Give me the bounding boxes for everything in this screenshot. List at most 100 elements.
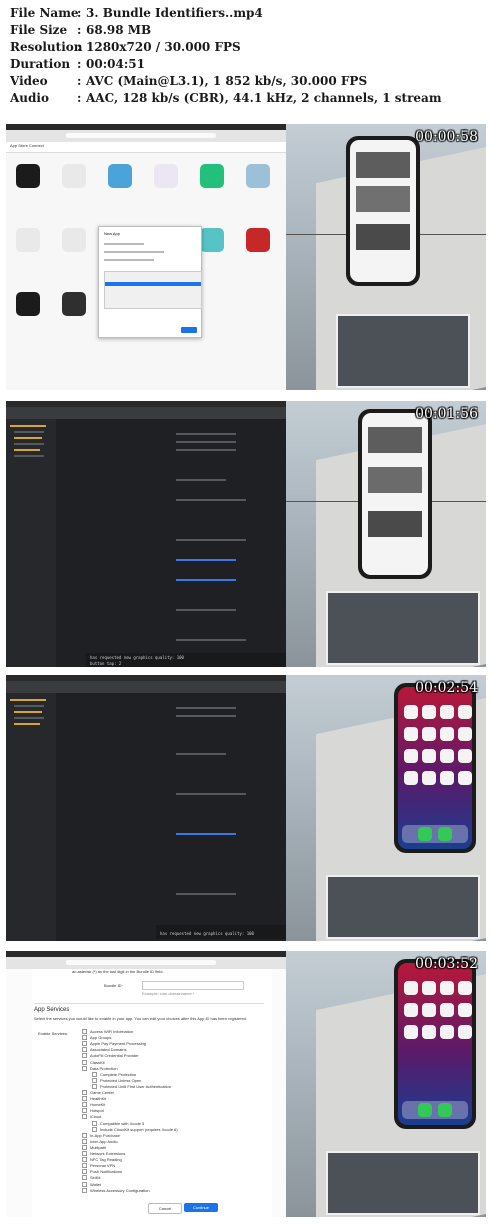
ios-app-icon[interactable] [458,1025,472,1039]
service-checkbox[interactable] [82,1157,87,1163]
ios-app-icon[interactable] [440,1003,454,1017]
service-checkbox[interactable] [82,1102,87,1108]
nav-item[interactable] [10,425,46,427]
service-checkbox[interactable] [92,1126,97,1132]
ios-app-icon[interactable] [422,771,436,785]
setting-row[interactable] [176,559,236,561]
app-icon[interactable] [16,292,40,316]
dialog-field[interactable] [104,251,164,253]
ios-app-icon[interactable] [422,727,436,741]
nav-item[interactable] [14,455,44,457]
app-icon[interactable] [200,164,224,188]
ios-app-icon[interactable] [404,705,418,719]
nav-item[interactable] [14,717,44,719]
phone-icon[interactable] [418,1103,432,1117]
ios-app-icon[interactable] [422,1025,436,1039]
setting-row[interactable] [176,753,226,755]
setting-row[interactable] [176,707,236,709]
setting-row[interactable] [176,639,246,641]
service-checkbox[interactable] [92,1071,97,1077]
nav-item[interactable] [14,443,44,445]
setting-row[interactable] [176,715,236,717]
app-icon[interactable] [62,228,86,252]
phone-icon[interactable] [418,827,432,841]
service-checkbox[interactable] [82,1096,87,1102]
dialog-field[interactable] [104,259,154,261]
ios-app-icon[interactable] [440,981,454,995]
setting-row[interactable] [176,793,246,795]
ios-app-icon[interactable] [404,771,418,785]
service-checkbox[interactable] [82,1035,87,1041]
setting-row[interactable] [176,539,246,541]
ios-app-icon[interactable] [458,749,472,763]
create-button[interactable] [181,327,197,333]
service-checkbox[interactable] [82,1029,87,1034]
nav-item[interactable] [14,711,42,713]
ios-app-icon[interactable] [440,705,454,719]
service-checkbox[interactable] [82,1059,87,1065]
ios-app-icon[interactable] [404,1025,418,1039]
ios-app-icon[interactable] [440,727,454,741]
bundle-id-input[interactable] [142,981,244,990]
app-icon[interactable] [62,164,86,188]
service-checkbox[interactable] [82,1108,87,1114]
app-icon[interactable] [154,164,178,188]
dialog-field[interactable] [104,243,144,245]
app-icon[interactable] [16,164,40,188]
service-checkbox[interactable] [82,1138,87,1144]
service-checkbox[interactable] [92,1083,97,1089]
setting-row[interactable] [176,833,236,835]
nav-item[interactable] [10,699,46,701]
nav-item[interactable] [14,723,40,725]
setting-row[interactable] [176,499,246,501]
service-checkbox[interactable] [82,1169,87,1175]
cancel-button[interactable]: Cancel [148,1203,182,1214]
service-checkbox[interactable] [82,1065,87,1071]
service-checkbox[interactable] [82,1132,87,1138]
app-icon[interactable] [108,164,132,188]
setting-row[interactable] [176,433,236,435]
bundle-id-dropdown[interactable] [104,271,202,309]
service-checkbox[interactable] [82,1187,87,1193]
setting-row[interactable] [176,479,226,481]
nav-item[interactable] [14,705,44,707]
ios-app-icon[interactable] [422,749,436,763]
setting-row[interactable] [176,449,236,451]
service-checkbox[interactable] [82,1163,87,1169]
ios-app-icon[interactable] [422,981,436,995]
ios-app-icon[interactable] [458,981,472,995]
nav-item[interactable] [14,431,44,433]
service-checkbox[interactable] [92,1120,97,1126]
ios-app-icon[interactable] [440,771,454,785]
service-checkbox[interactable] [82,1175,87,1181]
ios-app-icon[interactable] [458,771,472,785]
setting-row[interactable] [176,893,236,895]
app-icon[interactable] [246,228,270,252]
nav-item[interactable] [14,437,42,439]
service-checkbox[interactable] [82,1114,87,1120]
continue-button[interactable]: Continue [184,1203,218,1212]
setting-row[interactable] [176,441,236,443]
nav-item[interactable] [14,449,40,451]
ios-app-icon[interactable] [458,705,472,719]
setting-row[interactable] [176,579,236,581]
service-checkbox[interactable] [92,1077,97,1083]
ios-app-icon[interactable] [404,727,418,741]
ios-app-icon[interactable] [404,749,418,763]
service-checkbox[interactable] [82,1041,87,1047]
app-icon[interactable] [62,292,86,316]
app-icon[interactable] [246,164,270,188]
service-checkbox[interactable] [82,1144,87,1150]
messages-icon[interactable] [438,1103,452,1117]
service-checkbox[interactable] [82,1151,87,1156]
service-checkbox[interactable] [82,1090,87,1095]
selected-option[interactable] [105,282,201,286]
service-checkbox[interactable] [82,1053,87,1059]
ios-app-icon[interactable] [422,1003,436,1017]
service-checkbox[interactable] [82,1047,87,1053]
ios-app-icon[interactable] [458,727,472,741]
ios-app-icon[interactable] [422,705,436,719]
ios-app-icon[interactable] [440,1025,454,1039]
messages-icon[interactable] [438,827,452,841]
ios-app-icon[interactable] [458,1003,472,1017]
